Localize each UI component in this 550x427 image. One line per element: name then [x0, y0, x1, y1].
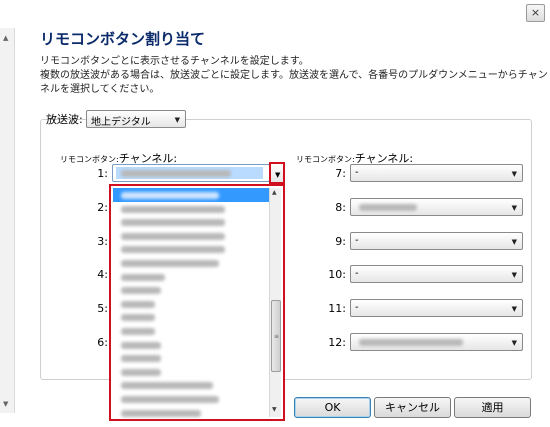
dropdown-toggle-button[interactable]: ▼	[269, 162, 285, 184]
channel-value: -	[355, 167, 359, 178]
dropdown-item[interactable]	[113, 365, 271, 379]
broadcast-select[interactable]: 地上デジタル ▼	[86, 110, 186, 128]
dropdown-item[interactable]	[113, 270, 271, 284]
grip-icon: ≡	[274, 333, 280, 340]
channel-value-blurred	[121, 170, 231, 177]
dropdown-item[interactable]	[113, 392, 271, 406]
channel-name-blurred	[121, 273, 165, 281]
channel-select-11[interactable]: - ▼	[350, 299, 523, 317]
scroll-down-icon[interactable]: ▼	[272, 406, 277, 413]
dropdown-item[interactable]	[113, 324, 271, 338]
button-label-12: 12:	[328, 336, 346, 349]
channel-name-blurred	[121, 300, 155, 308]
column-header-prefix: リモコンボタン:	[296, 155, 355, 164]
channel-select-12[interactable]: ▼	[350, 333, 523, 351]
channel-name-blurred	[121, 232, 225, 240]
apply-button[interactable]: 適用	[454, 397, 531, 418]
button-label-8: 8:	[335, 201, 346, 214]
channel-value: -	[355, 235, 359, 246]
close-button[interactable]: ×	[526, 4, 545, 22]
left-scrollbar[interactable]: ▲ ▼	[0, 28, 15, 413]
dropdown-scrollbar[interactable]: ▲ ≡ ▼	[269, 188, 281, 417]
channel-select-7[interactable]: - ▼	[350, 164, 523, 182]
scroll-thumb[interactable]: ≡	[271, 300, 281, 372]
channel-select-10[interactable]: - ▼	[350, 265, 523, 283]
chevron-down-icon: ▼	[511, 271, 517, 279]
channel-value-blurred	[359, 204, 417, 211]
channel-name-blurred	[121, 355, 161, 363]
channel-name-blurred	[121, 409, 201, 417]
chevron-down-icon: ▼	[275, 171, 281, 179]
channel-name-blurred	[121, 287, 161, 295]
scroll-up-icon[interactable]: ▲	[3, 34, 8, 42]
channel-name-blurred	[121, 192, 219, 199]
button-label-5: 5:	[97, 302, 108, 315]
chevron-down-icon: ▼	[511, 339, 517, 347]
ok-button[interactable]: OK	[294, 397, 371, 418]
chevron-down-icon: ▼	[511, 170, 517, 178]
dropdown-item[interactable]	[113, 310, 271, 324]
button-label-9: 9:	[335, 235, 346, 248]
button-label-6: 6:	[97, 336, 108, 349]
button-label-2: 2:	[97, 201, 108, 214]
channel-name-blurred	[121, 219, 225, 227]
chevron-down-icon: ▼	[511, 204, 517, 212]
chevron-down-icon: ▼	[511, 305, 517, 313]
channel-select-8[interactable]: ▼	[350, 198, 523, 216]
chevron-down-icon: ▼	[511, 238, 517, 246]
channel-name-blurred	[121, 368, 161, 376]
channel-value: -	[355, 268, 359, 279]
dropdown-item[interactable]	[113, 188, 271, 202]
remote-button-dialog: × ▲ ▼ リモコンボタン割り当て リモコンボタンごとに表示させるチャンネルを設…	[0, 0, 550, 427]
channel-dropdown-list[interactable]: ▲ ≡ ▼	[109, 184, 285, 421]
channel-select-1[interactable]	[112, 164, 270, 182]
button-label-3: 3:	[97, 235, 108, 248]
dropdown-items	[113, 188, 271, 419]
dropdown-item[interactable]	[113, 406, 271, 420]
dialog-title: リモコンボタン割り当て	[40, 30, 206, 48]
channel-select-9[interactable]: - ▼	[350, 232, 523, 250]
channel-name-blurred	[121, 395, 219, 403]
description-line: ネルを選択してください。	[40, 84, 160, 95]
dropdown-item[interactable]	[113, 351, 271, 365]
description: リモコンボタンごとに表示させるチャンネルを設定します。 複数の放送波がある場合は…	[40, 55, 548, 97]
channel-name-blurred	[121, 314, 155, 322]
button-label-4: 4:	[97, 268, 108, 281]
channel-name-blurred	[121, 341, 161, 349]
broadcast-label: 放送波:	[46, 113, 83, 126]
dropdown-item[interactable]	[113, 256, 271, 270]
button-label-11: 11:	[328, 302, 346, 315]
chevron-down-icon: ▼	[174, 116, 180, 124]
dropdown-item[interactable]	[113, 202, 271, 216]
scroll-down-icon[interactable]: ▼	[3, 400, 8, 408]
broadcast-value: 地上デジタル	[91, 117, 151, 128]
channel-name-blurred	[121, 259, 219, 267]
channel-value: -	[355, 302, 359, 313]
scroll-up-icon[interactable]: ▲	[272, 189, 277, 196]
button-label-10: 10:	[328, 268, 346, 281]
description-line: 複数の放送波がある場合は、放送波ごとに設定します。放送波を選んで、各番号のプルダ…	[40, 70, 548, 81]
column-header-prefix: リモコンボタン:	[60, 155, 119, 164]
dropdown-item[interactable]	[113, 242, 271, 256]
dropdown-item[interactable]	[113, 229, 271, 243]
description-line: リモコンボタンごとに表示させるチャンネルを設定します。	[40, 56, 309, 67]
dropdown-item[interactable]	[113, 338, 271, 352]
dropdown-item[interactable]	[113, 215, 271, 229]
dropdown-item[interactable]	[113, 378, 271, 392]
button-label-1: 1:	[97, 167, 108, 180]
channel-name-blurred	[121, 382, 213, 390]
dropdown-item[interactable]	[113, 297, 271, 311]
channel-name-blurred	[121, 246, 225, 254]
cancel-button[interactable]: キャンセル	[374, 397, 451, 418]
button-label-7: 7:	[335, 167, 346, 180]
channel-name-blurred	[121, 205, 225, 213]
channel-value-blurred	[359, 339, 463, 346]
channel-name-blurred	[121, 327, 155, 335]
dropdown-item[interactable]	[113, 283, 271, 297]
